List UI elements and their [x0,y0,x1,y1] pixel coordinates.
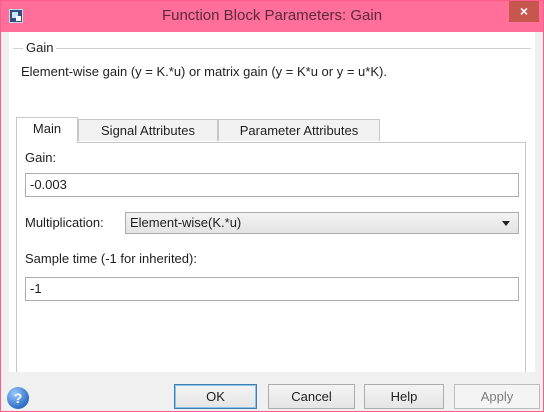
group-label: Gain [23,40,57,55]
tab-parameter-attributes[interactable]: Parameter Attributes [218,119,380,141]
tab-main[interactable]: Main [16,117,78,143]
sample-time-label: Sample time (-1 for inherited): [25,251,197,266]
tab-signal-attributes[interactable]: Signal Attributes [78,119,218,141]
title-bar[interactable]: Function Block Parameters: Gain × [1,1,543,32]
main-tab-panel: Gain: -0.003 Multiplication: Element-wis… [16,142,526,372]
dialog-window: Function Block Parameters: Gain × Gain E… [0,0,544,412]
gain-input[interactable]: -0.003 [25,173,519,197]
ok-button[interactable]: OK [174,384,257,409]
help-circle-icon[interactable]: ? [7,387,29,409]
sample-time-input[interactable]: -1 [25,277,519,301]
apply-button[interactable]: Apply [454,384,540,409]
block-description: Element-wise gain (y = K.*u) or matrix g… [21,64,387,79]
close-icon: × [519,3,529,19]
gain-label: Gain: [25,150,57,165]
close-button[interactable]: × [509,1,539,22]
chevron-down-icon [502,221,510,226]
multiplication-label: Multiplication: [25,215,104,230]
help-button[interactable]: Help [364,384,444,409]
cancel-button[interactable]: Cancel [268,384,355,409]
block-description-group: Gain Element-wise gain (y = K.*u) or mat… [13,40,531,101]
multiplication-select[interactable]: Element-wise(K.*u) [125,212,519,234]
dialog-content: Gain Element-wise gain (y = K.*u) or mat… [9,32,535,372]
multiplication-value: Element-wise(K.*u) [130,215,242,230]
window-title: Function Block Parameters: Gain [161,7,383,24]
